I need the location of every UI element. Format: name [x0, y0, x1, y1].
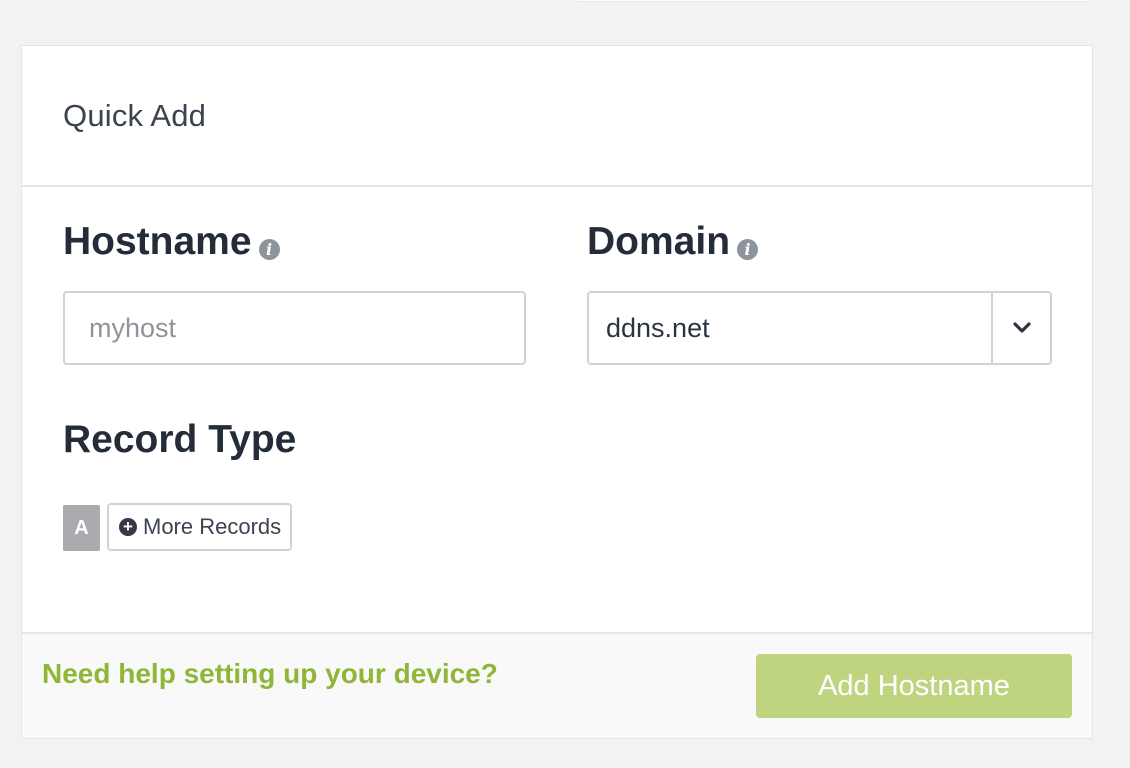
chevron-down-icon [1012, 322, 1031, 333]
previous-panel-edge [578, 0, 1090, 2]
plus-circle-icon: + [119, 518, 137, 536]
card-title: Quick Add [63, 98, 207, 133]
hostname-label: Hostname [63, 220, 252, 263]
domain-dropdown-toggle[interactable] [991, 293, 1050, 363]
quick-add-card: Quick Add Hostname i Domain i ddns.net R… [21, 45, 1093, 739]
more-records-label: More Records [143, 514, 282, 539]
record-type-label: Record Type [63, 418, 296, 462]
card-footer: Need help setting up your device? Add Ho… [22, 632, 1092, 738]
domain-selected-value: ddns.net [606, 312, 710, 343]
info-icon[interactable]: i [737, 239, 759, 260]
device-help-link[interactable]: Need help setting up your device? [42, 658, 498, 690]
more-records-button[interactable]: + More Records [107, 503, 293, 551]
hostname-input[interactable] [63, 291, 526, 365]
domain-select[interactable]: ddns.net [587, 291, 1052, 365]
info-icon[interactable]: i [258, 239, 280, 260]
card-header: Quick Add [22, 46, 1092, 187]
record-type-label-text: Record Type [63, 418, 297, 461]
hostname-label-group: Hostname i [63, 220, 280, 264]
domain-label-group: Domain i [587, 220, 759, 264]
add-hostname-button[interactable]: Add Hostname [756, 654, 1072, 718]
record-type-a-badge[interactable]: A [63, 505, 100, 551]
domain-label: Domain [587, 220, 731, 263]
